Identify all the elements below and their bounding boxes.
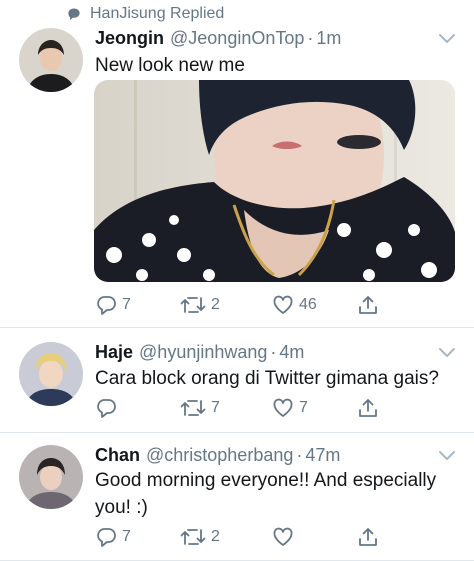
timestamp[interactable]: 4m [279, 342, 304, 363]
reply-icon [97, 399, 116, 418]
like-button[interactable]: 46 [272, 293, 317, 317]
retweet-icon [180, 529, 206, 545]
chevron-down-icon[interactable] [438, 32, 456, 44]
like-button[interactable] [272, 525, 299, 549]
tweet-header: Chan @christopherbang · 47m [95, 445, 340, 466]
reply-button[interactable] [95, 396, 122, 420]
like-count: 7 [299, 399, 308, 416]
tweet[interactable]: Chan @christopherbang · 47m Good morning… [0, 433, 474, 561]
share-icon [359, 296, 377, 314]
separator-dot: · [270, 342, 277, 362]
tweet-text: Good morning everyone!! And especially y… [95, 470, 437, 518]
reply-count: 7 [122, 528, 131, 545]
user-handle[interactable]: @christopherbang [146, 445, 293, 466]
avatar[interactable] [19, 445, 83, 509]
user-handle[interactable]: @JeonginOnTop [170, 28, 304, 49]
reply-icon [97, 296, 116, 315]
retweet-icon [180, 297, 206, 313]
share-icon [359, 399, 377, 417]
reply-button[interactable]: 7 [95, 293, 131, 317]
share-icon [359, 528, 377, 546]
heart-icon [273, 527, 293, 546]
display-name[interactable]: Haje [95, 342, 133, 363]
tweet[interactable]: Haje @hyunjinhwang · 4m Cara block orang… [0, 328, 474, 432]
display-name[interactable]: Jeongin [95, 28, 164, 49]
share-button[interactable] [357, 525, 379, 549]
tweet-actions: 7 2 46 [95, 293, 395, 317]
reply-count: 7 [122, 296, 131, 313]
reply-icon [97, 528, 116, 547]
user-handle[interactable]: @hyunjinhwang [139, 342, 267, 363]
share-button[interactable] [357, 293, 379, 317]
timestamp[interactable]: 47m [305, 445, 340, 466]
retweet-icon [180, 400, 206, 416]
retweet-button[interactable]: 2 [180, 525, 220, 549]
avatar[interactable] [19, 28, 83, 92]
tweet-actions: 7 7 [95, 396, 395, 420]
retweet-count: 2 [211, 528, 220, 545]
reply-button[interactable]: 7 [95, 525, 131, 549]
tweet-image[interactable] [94, 80, 455, 282]
share-button[interactable] [357, 396, 379, 420]
retweet-count: 2 [211, 296, 220, 313]
heart-icon [273, 295, 293, 314]
chevron-down-icon[interactable] [438, 449, 456, 461]
retweet-count: 7 [211, 399, 220, 416]
separator-dot: · [307, 28, 314, 48]
like-button[interactable]: 7 [272, 396, 308, 420]
timestamp[interactable]: 1m [316, 28, 341, 49]
avatar[interactable] [19, 342, 83, 406]
retweet-button[interactable]: 2 [180, 293, 220, 317]
tweet[interactable]: Jeongin @JeonginOnTop · 1m New look new … [0, 0, 474, 327]
chevron-down-icon[interactable] [438, 346, 456, 358]
tweet-header: Haje @hyunjinhwang · 4m [95, 342, 304, 363]
tweet-text: Cara block orang di Twitter gimana gais? [95, 368, 439, 389]
tweet-actions: 7 2 [95, 525, 395, 549]
heart-icon [273, 398, 293, 417]
tweet-text: New look new me [95, 55, 245, 76]
tweet-header: Jeongin @JeonginOnTop · 1m [95, 28, 341, 49]
retweet-button[interactable]: 7 [180, 396, 220, 420]
like-count: 46 [299, 296, 317, 313]
separator-dot: · [296, 445, 303, 465]
display-name[interactable]: Chan [95, 445, 140, 466]
